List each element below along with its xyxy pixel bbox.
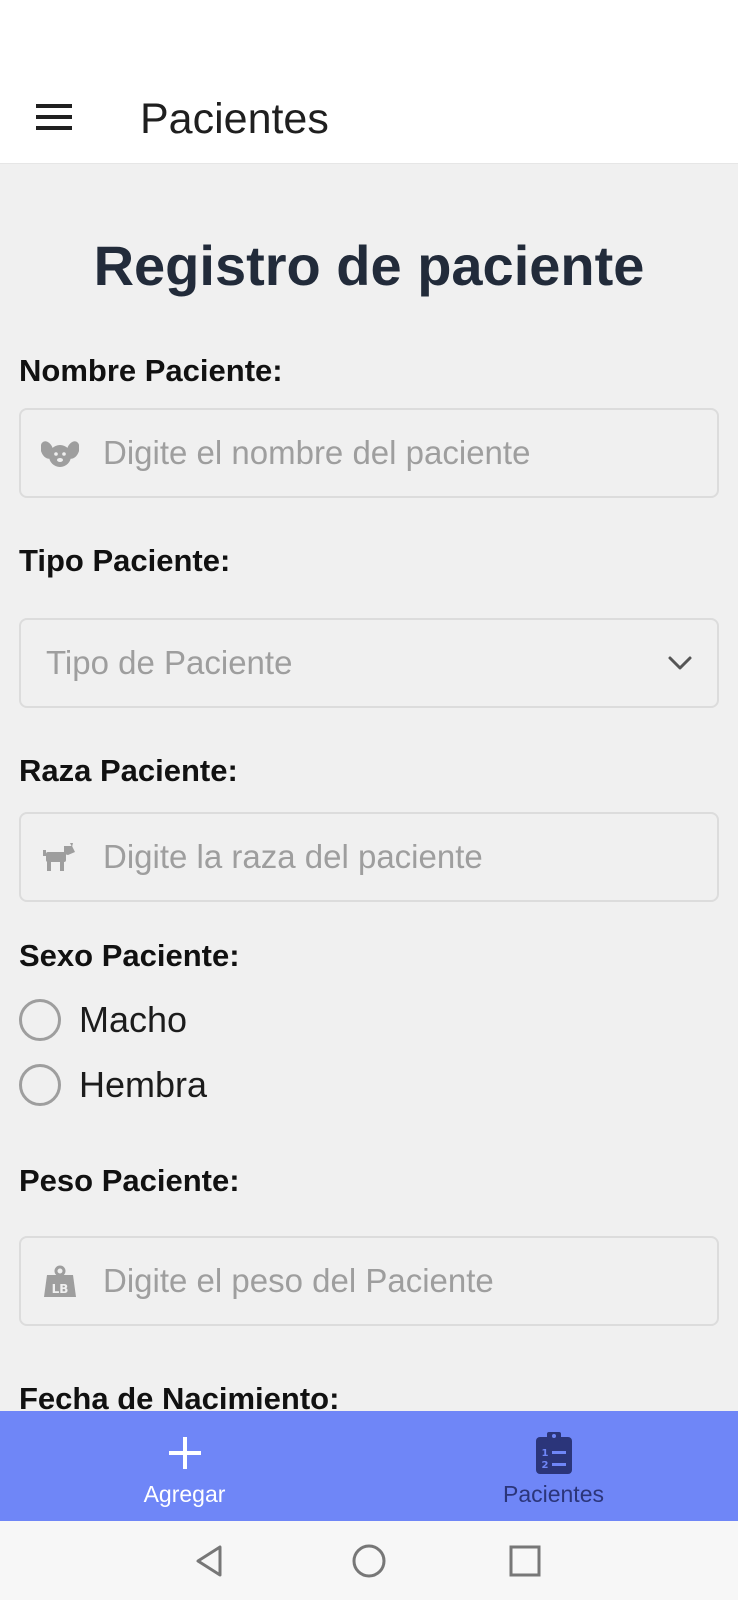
app-header: Pacientes <box>0 75 738 164</box>
svg-text:1: 1 <box>541 1448 548 1459</box>
form-title: Registro de paciente <box>93 234 645 297</box>
chevron-down-icon <box>668 656 692 670</box>
back-icon[interactable] <box>186 1537 234 1585</box>
radio-button[interactable] <box>19 999 61 1041</box>
type-select[interactable]: Tipo de Paciente <box>19 618 719 708</box>
weight-input[interactable]: LB Digite el peso del Paciente <box>19 1236 719 1326</box>
tab-label: Pacientes <box>502 1481 604 1507</box>
name-label: Nombre Paciente: <box>19 353 283 388</box>
breed-label: Raza Paciente: <box>19 753 238 788</box>
status-bar <box>0 0 738 75</box>
radio-button[interactable] <box>19 1064 61 1106</box>
plus-icon <box>163 1431 207 1475</box>
svg-text:LB: LB <box>52 1282 69 1296</box>
page-title: Pacientes <box>140 95 329 143</box>
patient-form: Registro de paciente Nombre Paciente: Di… <box>0 163 738 1411</box>
bottom-tab-bar: Agregar 1 2 Pacientes <box>0 1411 738 1521</box>
system-navigation-bar <box>0 1521 738 1600</box>
weight-label: Peso Paciente: <box>19 1163 240 1198</box>
name-placeholder: Digite el nombre del paciente <box>103 434 531 471</box>
hamburger-menu-icon <box>36 104 72 130</box>
type-label: Tipo Paciente: <box>19 543 231 578</box>
dog-icon <box>41 841 79 875</box>
tab-label: Agregar <box>143 1481 226 1507</box>
sex-label: Sexo Paciente: <box>19 938 240 973</box>
menu-button[interactable] <box>30 93 78 141</box>
home-icon[interactable] <box>345 1537 393 1585</box>
recents-icon[interactable] <box>501 1537 549 1585</box>
radio-label: Macho <box>79 999 188 1040</box>
clipboard-list-icon: 1 2 <box>532 1431 576 1475</box>
sex-option-macho[interactable]: Macho <box>19 994 187 1046</box>
breed-input[interactable]: Digite la raza del paciente <box>19 812 719 902</box>
name-input[interactable]: Digite el nombre del paciente <box>19 408 719 498</box>
birthdate-label: Fecha de Nacimiento: <box>19 1381 340 1411</box>
tab-pacientes[interactable]: 1 2 Pacientes <box>369 1411 738 1521</box>
dog-face-icon <box>41 437 79 471</box>
sex-option-hembra[interactable]: Hembra <box>19 1059 207 1111</box>
type-placeholder: Tipo de Paciente <box>46 644 293 681</box>
tab-agregar[interactable]: Agregar <box>0 1411 369 1521</box>
weight-lb-icon: LB <box>41 1265 79 1299</box>
breed-placeholder: Digite la raza del paciente <box>103 838 483 875</box>
svg-text:2: 2 <box>541 1460 548 1471</box>
weight-placeholder: Digite el peso del Paciente <box>103 1262 494 1299</box>
radio-label: Hembra <box>79 1064 208 1105</box>
